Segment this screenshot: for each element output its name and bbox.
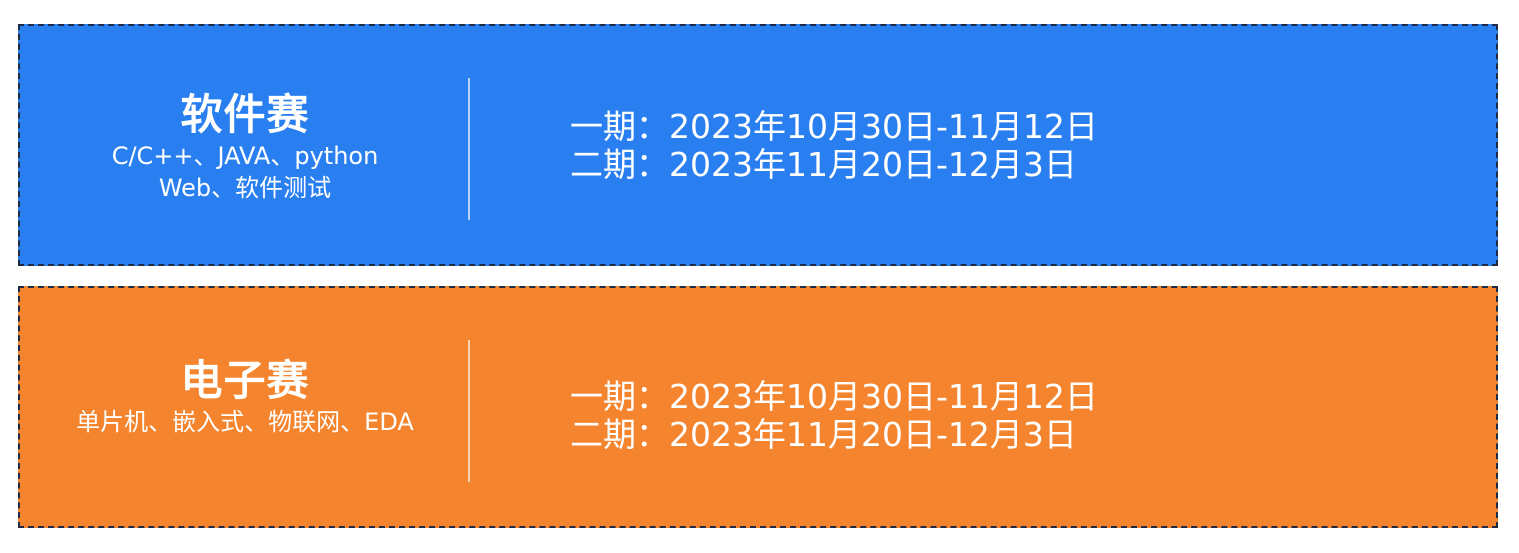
software-competition-subtitle: C/C++、JAVA、python Web、软件测试 (20, 140, 470, 204)
software-competition-card: 软件赛 C/C++、JAVA、python Web、软件测试 一期：2023年1… (18, 24, 1498, 266)
software-subtitle-line: C/C++、JAVA、python (111, 142, 379, 170)
electronics-competition-dates: 一期：2023年10月30日-11月12日 二期：2023年11月20日-12月… (570, 378, 1270, 454)
electronics-competition-info: 电子赛 单片机、嵌入式、物联网、EDA (20, 288, 470, 526)
phase-one-date: 一期：2023年10月30日-11月12日 (570, 107, 1098, 146)
phase-two-date: 二期：2023年11月20日-12月3日 (570, 415, 1077, 454)
phase-one-date: 一期：2023年10月30日-11月12日 (570, 377, 1098, 416)
software-competition-dates: 一期：2023年10月30日-11月12日 二期：2023年11月20日-12月… (570, 108, 1270, 184)
phase-two-date: 二期：2023年11月20日-12月3日 (570, 145, 1077, 184)
electronics-competition-card: 电子赛 单片机、嵌入式、物联网、EDA 一期：2023年10月30日-11月12… (18, 286, 1498, 528)
vertical-divider (468, 340, 470, 482)
software-competition-info: 软件赛 C/C++、JAVA、python Web、软件测试 (20, 26, 470, 264)
software-competition-title: 软件赛 (180, 90, 310, 139)
software-subtitle-line: Web、软件测试 (158, 174, 332, 202)
electronics-subtitle-line: 单片机、嵌入式、物联网、EDA (76, 408, 414, 436)
vertical-divider (468, 78, 470, 220)
electronics-competition-subtitle: 单片机、嵌入式、物联网、EDA (20, 406, 470, 438)
electronics-competition-title: 电子赛 (180, 356, 310, 405)
